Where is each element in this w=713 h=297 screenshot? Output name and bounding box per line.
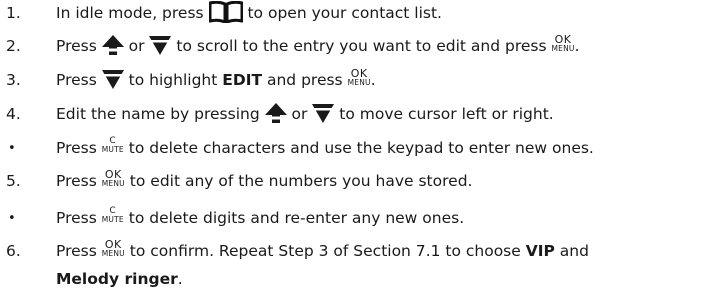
ok-menu-key-icon: OK MENU [101, 238, 125, 259]
up-arrow-key-icon [264, 102, 287, 123]
bullet-marker: • [8, 211, 16, 226]
step-text: Press or to scroll to the entry you want… [56, 33, 580, 55]
bullet-marker: • [8, 141, 16, 156]
menu-option-edit: EDIT [222, 71, 263, 89]
ok-menu-key-icon: OK MENU [347, 67, 371, 88]
step-number: 6. [6, 242, 21, 260]
step-5: 5. Press OK MENU to edit any of the numbe… [0, 168, 713, 195]
c-mute-key-icon: C MUTE [101, 136, 124, 155]
step-3: 3. Press to highlight EDIT and press OK M… [0, 67, 713, 94]
step-text: Press OK MENU to edit any of the numbers … [56, 168, 473, 190]
step-text: Press OK MENU to confirm. Repeat Step 3 o… [56, 238, 589, 260]
step-6: 6. Press OK MENU to confirm. Repeat Step … [0, 238, 713, 265]
step-number: 3. [6, 71, 21, 89]
c-mute-key-icon: C MUTE [101, 206, 124, 225]
ok-menu-key-icon: OK MENU [551, 33, 575, 54]
down-arrow-key-icon [101, 69, 124, 89]
step-number: 5. [6, 172, 21, 190]
step-text: Melody ringer. [56, 270, 183, 288]
step-number: 1. [6, 4, 21, 22]
step-6-continuation: Melody ringer. [0, 266, 713, 293]
step-text: Press to highlight EDIT and press OK MENU… [56, 67, 376, 89]
sub-step-bullet: • Press C MUTE to delete characters and u… [0, 135, 713, 162]
step-number: 2. [6, 37, 21, 55]
ok-menu-key-icon: OK MENU [101, 168, 125, 189]
down-arrow-key-icon [312, 103, 335, 123]
step-text: Press C MUTE to delete characters and use… [56, 136, 594, 157]
step-4: 4. Edit the name by pressing or to move … [0, 101, 713, 128]
step-2: 2. Press or to scroll to the entry you w… [0, 33, 713, 60]
step-text: In idle mode, press to open your contact… [56, 0, 442, 27]
step-1: 1. In idle mode, press to open your cont… [0, 0, 713, 27]
phonebook-book-icon [208, 0, 243, 23]
step-text: Press C MUTE to delete digits and re-ente… [56, 206, 465, 227]
step-text: Edit the name by pressing or to move cur… [56, 101, 554, 128]
sub-step-bullet: • Press C MUTE to delete digits and re-en… [0, 205, 713, 232]
up-arrow-key-icon [101, 34, 124, 55]
instructions-document: 1. In idle mode, press to open your cont… [0, 0, 713, 297]
down-arrow-key-icon [149, 35, 172, 55]
menu-option-vip: VIP [525, 242, 555, 260]
step-number: 4. [6, 105, 21, 123]
menu-option-melody-ringer: Melody ringer [56, 270, 178, 288]
